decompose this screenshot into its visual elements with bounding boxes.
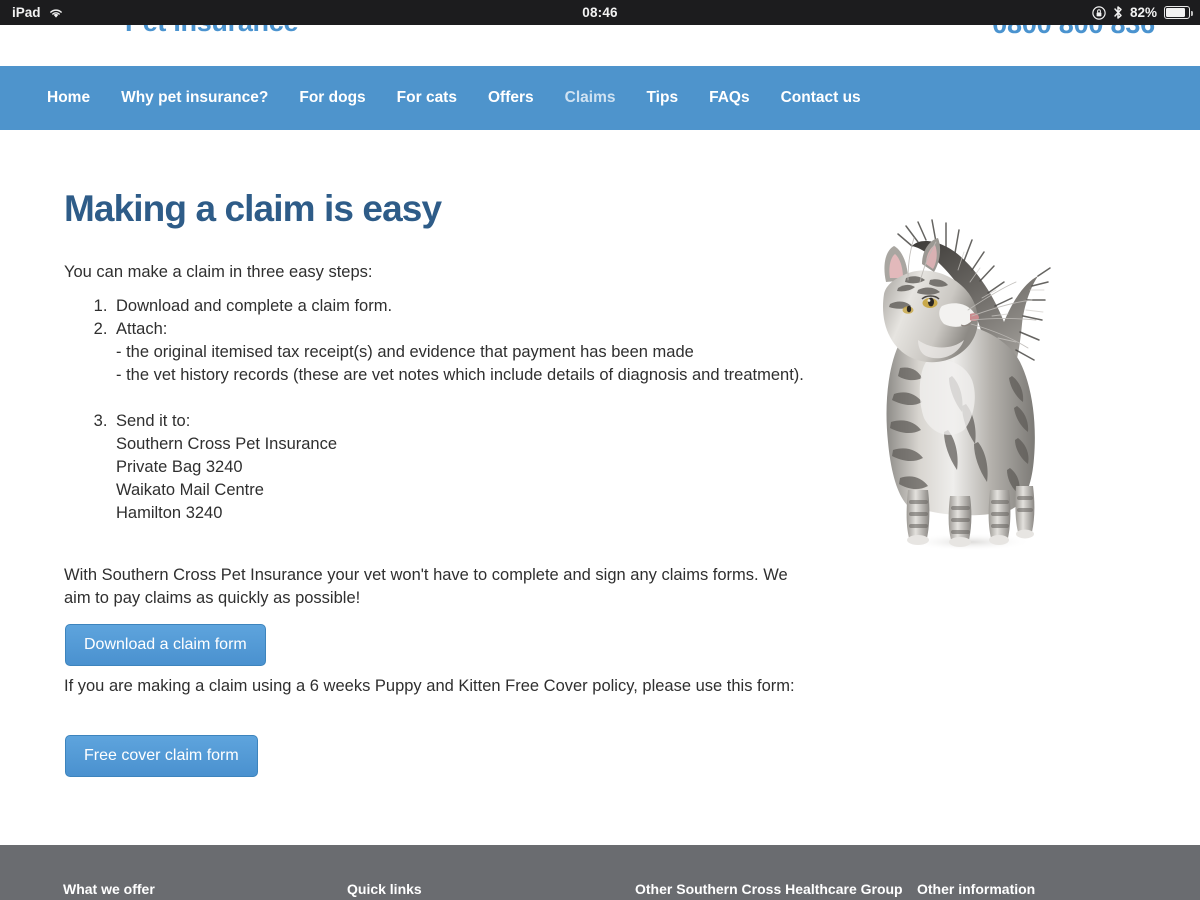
header-phone-number[interactable]: 0800 800 836 bbox=[992, 25, 1155, 40]
page-root: iPad 08:46 82% Home Why pet insurance? F… bbox=[0, 0, 1200, 900]
status-bar-clock: 08:46 bbox=[582, 5, 618, 20]
address-line-1: Southern Cross Pet Insurance bbox=[116, 435, 338, 453]
address-line-2: Private Bag 3240 bbox=[116, 458, 243, 476]
nav-item-contact-us[interactable]: Contact us bbox=[781, 89, 861, 107]
nav-item-tips[interactable]: Tips bbox=[646, 89, 678, 107]
site-logo[interactable]: Pet Insurance bbox=[125, 25, 298, 38]
nav-item-home[interactable]: Home bbox=[47, 89, 90, 107]
step-3-label: Send it to: bbox=[116, 412, 191, 430]
nav-item-for-dogs[interactable]: For dogs bbox=[299, 89, 365, 107]
download-claim-form-button[interactable]: Download a claim form bbox=[65, 624, 266, 666]
step-2-bullet-2: - the vet history records (these are vet… bbox=[116, 366, 804, 384]
rotation-lock-icon bbox=[1092, 5, 1106, 20]
nav-item-why-pet-insurance[interactable]: Why pet insurance? bbox=[121, 89, 268, 107]
page-title: Making a claim is easy bbox=[64, 188, 442, 229]
vet-paragraph: With Southern Cross Pet Insurance your v… bbox=[64, 566, 788, 607]
footer-column-heading-other-info[interactable]: Other information bbox=[917, 881, 1035, 897]
free-cover-claim-form-button[interactable]: Free cover claim form bbox=[65, 735, 258, 777]
intro-paragraph: You can make a claim in three easy steps… bbox=[64, 263, 373, 281]
battery-icon bbox=[1164, 6, 1193, 19]
address-line-3: Waikato Mail Centre bbox=[116, 481, 264, 499]
battery-fill bbox=[1166, 8, 1186, 17]
nav-item-for-cats[interactable]: For cats bbox=[397, 89, 457, 107]
battery-percent-label: 82% bbox=[1129, 5, 1157, 20]
footer-column-heading-healthcare-group[interactable]: Other Southern Cross Healthcare Group bbox=[635, 881, 903, 897]
step-2-bullet-1: - the original itemised tax receipt(s) a… bbox=[116, 343, 694, 361]
bluetooth-icon bbox=[1113, 5, 1123, 20]
step-item-2: Attach: - the original itemised tax rece… bbox=[112, 318, 804, 387]
kitten-hero-image bbox=[860, 190, 1090, 560]
site-header: Pet Insurance 0800 800 836 bbox=[0, 25, 1200, 66]
footer-column-heading-quick-links[interactable]: Quick links bbox=[347, 881, 422, 897]
step-1-text: Download and complete a claim form. bbox=[116, 297, 393, 315]
main-content: Making a claim is easy You can make a cl… bbox=[0, 130, 1200, 845]
claim-steps-list: Download and complete a claim form. Atta… bbox=[64, 295, 804, 525]
free-cover-paragraph: If you are making a claim using a 6 week… bbox=[64, 677, 795, 695]
nav-item-offers[interactable]: Offers bbox=[488, 89, 534, 107]
step-2-label: Attach: bbox=[116, 320, 168, 338]
address-line-4: Hamilton 3240 bbox=[116, 504, 223, 522]
step-item-1: Download and complete a claim form. bbox=[112, 295, 804, 318]
nav-item-claims[interactable]: Claims bbox=[565, 89, 616, 107]
status-bar-right: 82% bbox=[1092, 5, 1193, 20]
claim-steps-block: You can make a claim in three easy steps… bbox=[64, 261, 804, 525]
main-navigation: Home Why pet insurance? For dogs For cat… bbox=[0, 66, 1200, 130]
nav-item-faqs[interactable]: FAQs bbox=[709, 89, 749, 107]
ios-status-bar: iPad 08:46 82% bbox=[0, 0, 1200, 25]
footer-column-heading-what-we-offer[interactable]: What we offer bbox=[63, 881, 155, 897]
step-item-3: Send it to: Southern Cross Pet Insurance… bbox=[112, 410, 804, 525]
site-footer: What we offer Quick links Other Southern… bbox=[0, 845, 1200, 900]
